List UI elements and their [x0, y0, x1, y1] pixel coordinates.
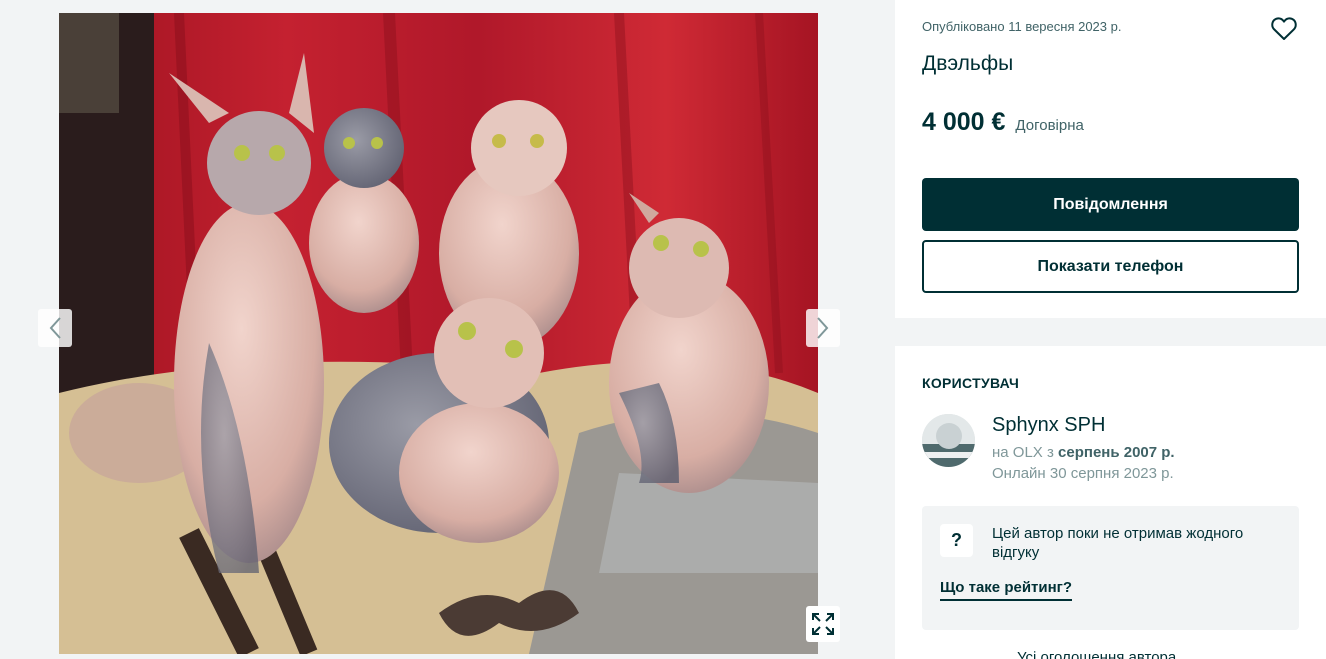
rating-box: ? Цей автор поки не отримав жодного відг… [922, 506, 1299, 630]
show-phone-button[interactable]: Показати телефон [922, 240, 1299, 293]
user-since-prefix: на OLX з [992, 444, 1054, 461]
user-section-title: КОРИСТУВАЧ [922, 375, 1020, 391]
message-button[interactable]: Повідомлення [922, 178, 1299, 231]
user-card: КОРИСТУВАЧ Sphynx SPH на OLX з серпень 2… [895, 346, 1326, 659]
chevron-right-icon [817, 317, 829, 339]
published-date: Опубліковано 11 вересня 2023 р. [922, 19, 1122, 34]
price: 4 000 € [922, 108, 1006, 136]
user-since: на OLX з серпень 2007 р. [992, 444, 1175, 461]
offer-card: Опубліковано 11 вересня 2023 р. Двэльфы … [895, 0, 1326, 318]
what-is-rating-link[interactable]: Що таке рейтинг? [940, 579, 1073, 601]
all-author-listings-link[interactable]: Усі оголошення автора [1017, 649, 1176, 659]
image-gallery [0, 0, 879, 659]
price-row: 4 000 € Договірна [922, 108, 1084, 137]
rating-text: Цей автор поки не отримав жодного відгук… [992, 525, 1244, 561]
heart-icon [1271, 17, 1297, 40]
favorite-button[interactable] [1269, 14, 1299, 44]
user-since-date: серпень 2007 р. [1058, 444, 1175, 461]
question-icon: ? [940, 524, 973, 557]
user-avatar-icon [922, 414, 975, 467]
gallery-next-button[interactable] [806, 309, 840, 347]
user-name[interactable]: Sphynx SPH [992, 414, 1105, 437]
gallery-prev-button[interactable] [38, 309, 72, 347]
chevron-left-icon [49, 317, 61, 339]
user-online-status: Онлайн 30 серпня 2023 р. [992, 465, 1174, 482]
listing-photo[interactable] [59, 13, 818, 654]
avatar[interactable] [922, 414, 975, 467]
listing-title: Двэльфы [922, 52, 1014, 75]
fullscreen-button[interactable] [806, 606, 840, 642]
negotiable-label: Договірна [1015, 117, 1084, 134]
expand-icon [812, 613, 834, 635]
